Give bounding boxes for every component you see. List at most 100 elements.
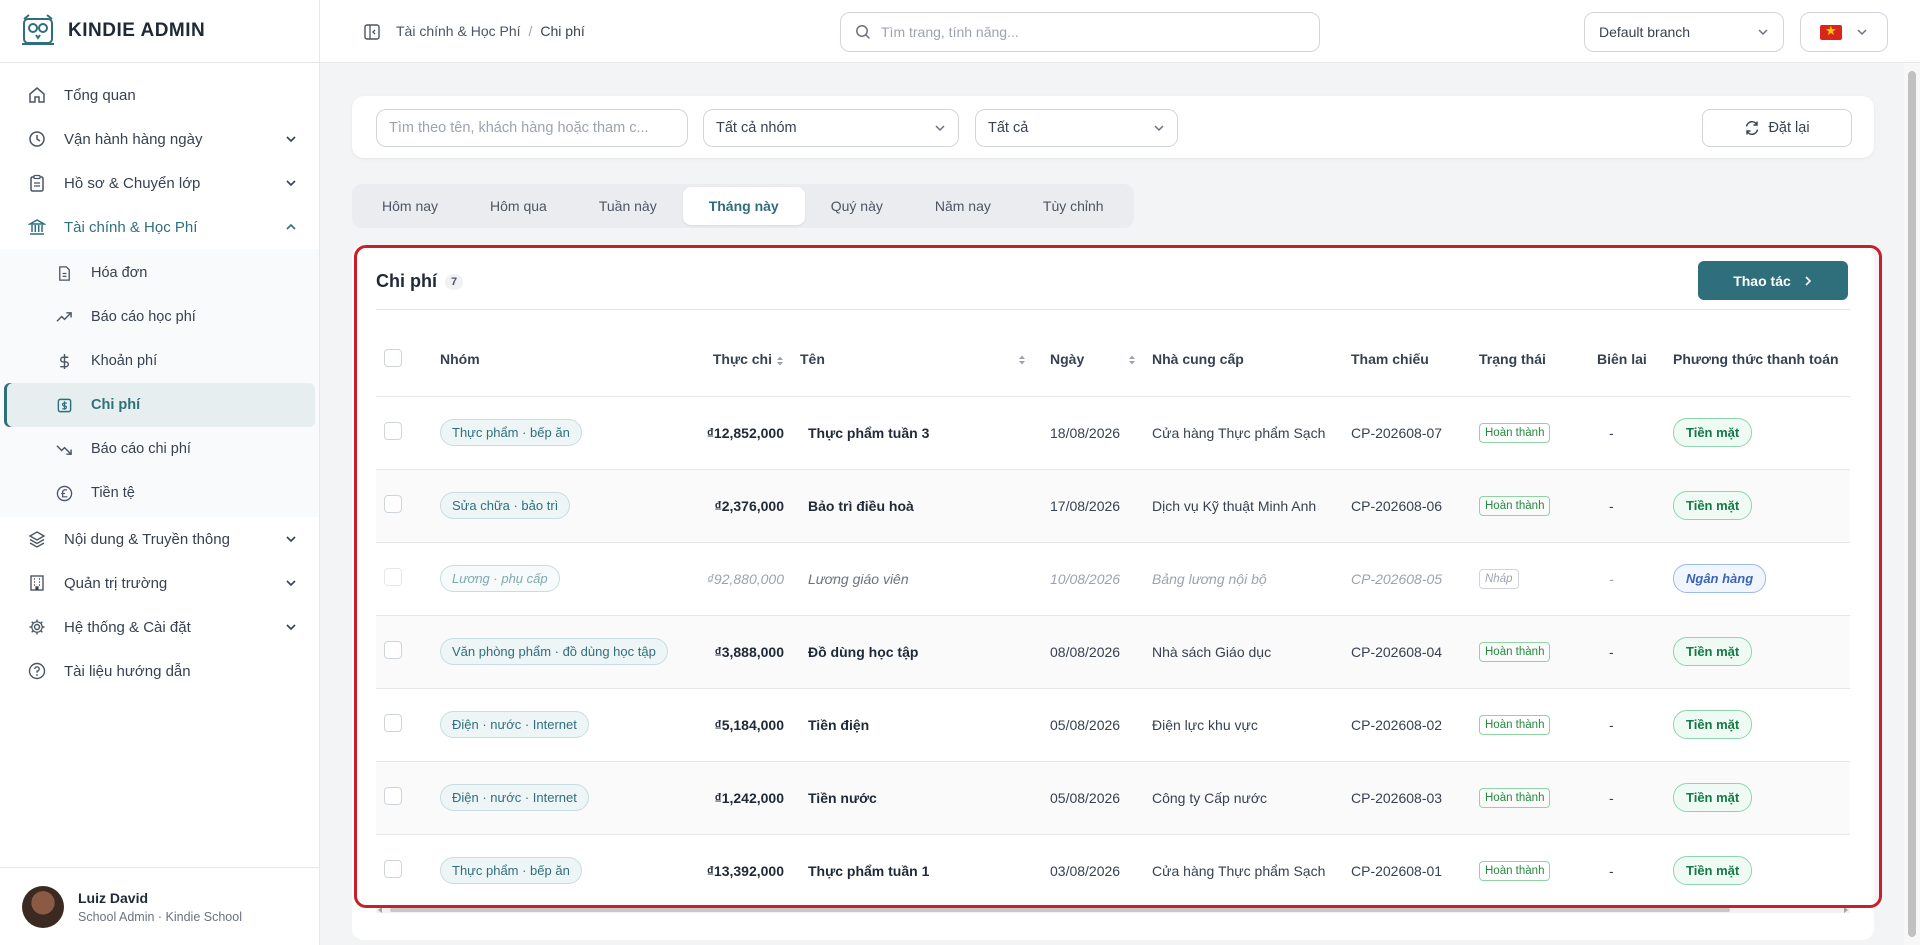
sidebar-item-currency[interactable]: Tiền tệ [4, 471, 315, 515]
search-icon [856, 25, 871, 40]
expense-panel: Chi phí 7 Thao tác Nhóm Thực chi Tên Ngà… [352, 245, 1882, 945]
actions-label: Thao tác [1733, 272, 1791, 289]
table-row[interactable]: Lương · phụ cấp ₫92,880,000 Lương giáo v… [376, 542, 1850, 616]
row-checkbox[interactable] [384, 787, 402, 805]
trending-up-icon [56, 311, 72, 322]
trending-down-icon [56, 444, 72, 455]
actions-button[interactable]: Thao tác [1698, 261, 1848, 300]
filter-bar: Tất cả nhóm Tất cả Đặt lại [352, 96, 1874, 158]
sidebar-item-finance[interactable]: Tài chính & Học Phí [0, 205, 319, 249]
sidebar-item-tuition-report[interactable]: Báo cáo học phí [4, 295, 315, 339]
vertical-scrollbar[interactable] [1904, 63, 1920, 945]
vendor-cell: Bảng lương nội bộ [1144, 542, 1343, 616]
sidebar-item-content[interactable]: Nội dung & Truyền thông [0, 517, 319, 561]
sidebar-item-expense-report[interactable]: Báo cáo chi phí [4, 427, 315, 471]
status-badge: Hoàn thành [1479, 714, 1551, 735]
breadcrumb-finance[interactable]: Tài chính & Học Phí [396, 23, 521, 39]
receipt-cell: - [1589, 834, 1665, 908]
sidebar-item-invoices[interactable]: Hóa đơn [4, 251, 315, 295]
date-cell: 17/08/2026 [1034, 469, 1144, 543]
tab-today[interactable]: Hôm nay [356, 187, 464, 225]
sidebar-item-expenses[interactable]: Chi phí [4, 383, 315, 427]
reference-cell: CP-202608-02 [1343, 688, 1471, 762]
sidebar-item-daily-ops[interactable]: Vận hành hàng ngày [0, 117, 319, 161]
amount-cell: ₫2,376,000 [675, 469, 792, 543]
group-badge: Thực phẩm · bếp ăn [440, 419, 582, 446]
chevron-down-icon [286, 624, 296, 631]
sidebar-toggle-icon[interactable] [364, 24, 380, 40]
column-header-date[interactable]: Ngày [1034, 323, 1144, 397]
payment-method-badge: Tiền mặt [1673, 418, 1753, 447]
branch-select[interactable]: Default branch [1584, 12, 1784, 52]
sidebar-item-docs[interactable]: Tài liệu hướng dẫn [0, 649, 319, 693]
scrollbar-thumb[interactable] [1908, 71, 1916, 937]
table-row[interactable]: Điện · nước · Internet ₫5,184,000 Tiền đ… [376, 688, 1850, 762]
sidebar-item-label: Báo cáo chi phí [91, 441, 191, 457]
row-checkbox[interactable] [384, 568, 402, 586]
tab-this-quarter[interactable]: Quý này [805, 187, 909, 225]
row-checkbox[interactable] [384, 641, 402, 659]
row-checkbox[interactable] [384, 495, 402, 513]
group-badge: Sửa chữa · bảo trì [440, 492, 571, 519]
tab-custom[interactable]: Tùy chỉnh [1017, 187, 1130, 225]
panel-title: Chi phí 7 [376, 271, 464, 292]
chevron-down-icon [286, 180, 296, 187]
sidebar-item-overview[interactable]: Tổng quan [0, 73, 319, 117]
sort-icon [777, 356, 783, 366]
row-checkbox[interactable] [384, 860, 402, 878]
sidebar-item-settings[interactable]: Hệ thống & Cài đặt [0, 605, 319, 649]
reset-label: Đặt lại [1768, 120, 1810, 136]
tab-yesterday[interactable]: Hôm qua [464, 187, 573, 225]
table-row[interactable]: Thực phẩm · bếp ăn ₫13,392,000 Thực phẩm… [376, 834, 1850, 908]
chevron-right-icon [1805, 275, 1811, 286]
user-profile[interactable]: Luiz David School Admin · Kindie School [0, 867, 320, 945]
clipboard-icon [30, 174, 44, 192]
table-header-row: Nhóm Thực chi Tên Ngày Nhà cung cấp Tham… [376, 323, 1850, 397]
horizontal-scrollbar[interactable] [376, 905, 1850, 915]
global-search[interactable] [840, 12, 1320, 52]
vendor-cell: Công ty Cấp nước [1144, 761, 1343, 835]
reference-cell: CP-202608-05 [1343, 542, 1471, 616]
table-row[interactable]: Văn phòng phẩm · đồ dùng học tập ₫3,888,… [376, 615, 1850, 689]
owl-logo-icon [22, 14, 54, 45]
table-row[interactable]: Điện · nước · Internet ₫1,242,000 Tiền n… [376, 761, 1850, 835]
payment-method-badge: Tiền mặt [1673, 710, 1753, 739]
table-row[interactable]: Sửa chữa · bảo trì ₫2,376,000 Bảo trì đi… [376, 469, 1850, 543]
name-cell: Tiền nước [792, 761, 1034, 835]
name-cell: Thực phẩm tuần 3 [792, 396, 1034, 470]
status-filter-select[interactable]: Tất cả [975, 109, 1178, 147]
currency-icon [56, 485, 73, 501]
receipt-cell: - [1589, 469, 1665, 543]
brand[interactable]: KINDIE ADMIN [0, 0, 319, 63]
row-checkbox[interactable] [384, 422, 402, 440]
sidebar-item-records[interactable]: Hồ sơ & Chuyển lớp [0, 161, 319, 205]
receipt-cell: - [1589, 542, 1665, 616]
sidebar-item-school-admin[interactable]: Quản trị trường [0, 561, 319, 605]
table-row[interactable]: Thực phẩm · bếp ăn ₫12,852,000 Thực phẩm… [376, 396, 1850, 470]
expense-search-input[interactable] [389, 120, 675, 136]
global-search-input[interactable] [881, 24, 1301, 40]
select-all-cell [376, 323, 432, 397]
page-title: Chi phí [376, 271, 437, 291]
column-header-vendor: Nhà cung cấp [1144, 323, 1343, 397]
column-header-amount[interactable]: Thực chi [675, 323, 792, 397]
reference-cell: CP-202608-04 [1343, 615, 1471, 689]
row-checkbox[interactable] [384, 714, 402, 732]
tab-this-week[interactable]: Tuần này [573, 187, 683, 225]
sidebar-item-fees[interactable]: Khoản phí [4, 339, 315, 383]
status-badge: Hoàn thành [1479, 422, 1551, 443]
breadcrumb: Tài chính & Học Phí / Chi phí [396, 23, 585, 39]
reset-button[interactable]: Đặt lại [1702, 109, 1852, 147]
reference-cell: CP-202608-03 [1343, 761, 1471, 835]
breadcrumb-current: Chi phí [540, 23, 585, 39]
status-badge: Hoàn thành [1479, 641, 1551, 662]
language-select[interactable] [1800, 12, 1888, 52]
select-all-checkbox[interactable] [384, 348, 402, 367]
tab-this-month[interactable]: Tháng này [682, 187, 805, 225]
sidebar-item-label: Quản trị trường [64, 574, 168, 592]
tab-this-year[interactable]: Năm nay [909, 187, 1017, 225]
column-header-name[interactable]: Tên [792, 323, 1034, 397]
chevron-up-icon [286, 223, 296, 230]
group-filter-select[interactable]: Tất cả nhóm [703, 109, 959, 147]
expense-search[interactable] [376, 109, 688, 147]
